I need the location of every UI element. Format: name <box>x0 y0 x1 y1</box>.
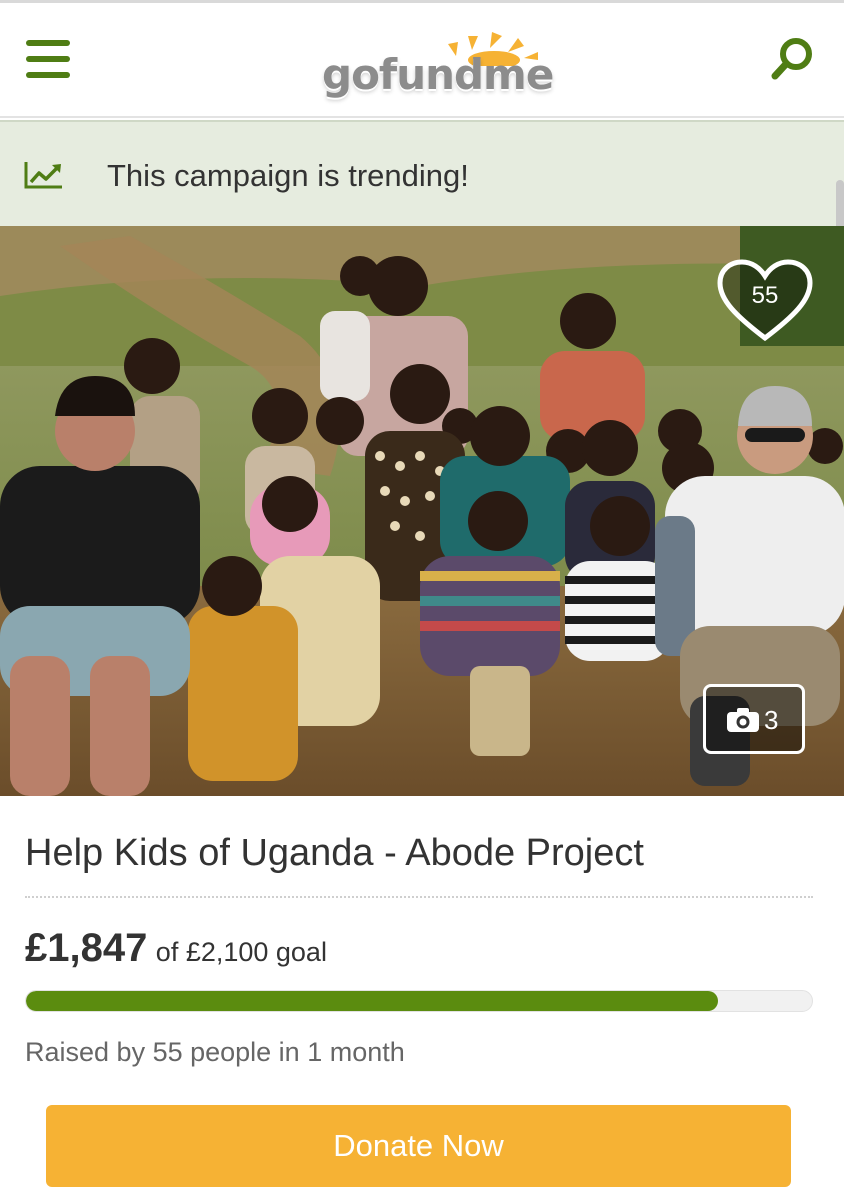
progress-bar <box>25 990 813 1012</box>
top-divider <box>0 0 844 3</box>
trending-chart-icon <box>24 162 62 189</box>
hamburger-menu-icon[interactable] <box>26 40 72 80</box>
camera-icon <box>727 708 759 732</box>
progress-bar-fill <box>26 991 718 1011</box>
goal-text: of £2,100 goal <box>155 937 327 967</box>
trending-banner: This campaign is trending! <box>0 120 844 226</box>
donate-now-button[interactable]: Donate Now <box>46 1105 791 1187</box>
raised-by-text: Raised by 55 people in 1 month <box>25 1037 405 1067</box>
logo-wordmark: gofundme <box>322 50 554 99</box>
raised-amount: £1,847 <box>25 926 148 970</box>
campaign-title: Help Kids of Uganda - Abode Project <box>25 832 644 874</box>
gofundme-logo[interactable]: gofundme <box>322 26 554 99</box>
top-navigation-bar: gofundme <box>0 0 844 118</box>
heart-count: 55 <box>751 282 779 309</box>
like-heart-button[interactable]: 55 <box>716 258 814 344</box>
trending-text: This campaign is trending! <box>107 158 469 193</box>
raised-summary: £1,847 of £2,100 goal <box>25 926 327 971</box>
title-divider <box>25 896 813 898</box>
photo-count: 3 <box>764 705 779 735</box>
search-icon[interactable] <box>770 36 816 82</box>
photo-gallery-button[interactable]: 3 <box>703 684 805 754</box>
